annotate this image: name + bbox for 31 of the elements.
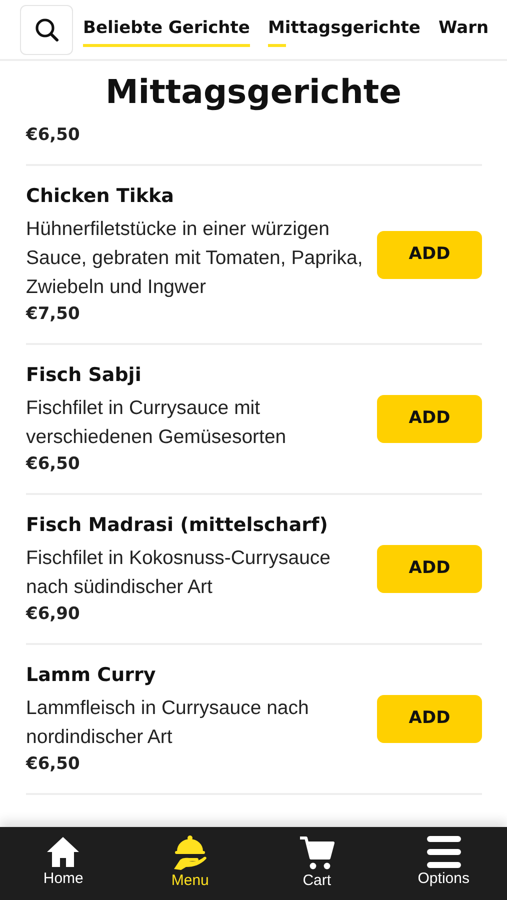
dish-name: Chicken Tikka xyxy=(26,184,175,209)
search-button[interactable] xyxy=(20,4,73,54)
dish-name: Lamm Curry xyxy=(26,663,157,688)
dish-description: Hühnerfiletstücke in einer würzigen Sauce, gebraten mit Tomaten, Paprika, Zwiebeln und Ingwer xyxy=(26,216,364,300)
nav-tab[interactable]: Menu xyxy=(126,827,254,900)
add-button[interactable]: ADD xyxy=(377,545,482,593)
menu-icon xyxy=(426,835,462,869)
add-button[interactable]: ADD xyxy=(377,695,482,743)
dish-description: Lammfleisch in Currysauce nach nordindischer Art xyxy=(26,696,310,750)
dish-name: Fisch Madrasi (mittelscharf) xyxy=(26,513,329,538)
nav-tab[interactable]: Cart xyxy=(254,827,380,900)
dish-description: Fischfilet in Currysauce mit verschiedenen Gemüsesorten xyxy=(26,396,288,450)
category-tab[interactable]: Mittagsgerichte xyxy=(268,12,420,48)
dish-price: €6,90 xyxy=(26,602,81,626)
category-tab[interactable]: Warn xyxy=(438,12,489,48)
serving-cloche-icon xyxy=(172,835,208,871)
dish-price: €6,50 xyxy=(26,124,81,146)
cart-icon xyxy=(298,835,335,871)
add-button[interactable]: ADD xyxy=(377,395,482,443)
section-heading: Mittagsgerichte xyxy=(104,71,403,113)
nav-tab[interactable]: Options xyxy=(380,827,507,900)
dish-price: €6,50 xyxy=(26,452,81,476)
home-icon xyxy=(45,835,82,869)
dish-description: Fischfilet in Kokosnuss-Currysauce nach südindischer Art xyxy=(26,546,332,600)
dish-price: €6,50 xyxy=(26,752,81,776)
dish-name: Fisch Sabji xyxy=(26,363,142,388)
category-tab[interactable]: Beliebte Gerichte xyxy=(83,12,250,48)
nav-tab[interactable]: Home xyxy=(0,827,127,900)
add-button[interactable]: ADD xyxy=(377,230,482,278)
search-icon xyxy=(34,16,60,42)
dish-price: €7,50 xyxy=(26,302,81,326)
